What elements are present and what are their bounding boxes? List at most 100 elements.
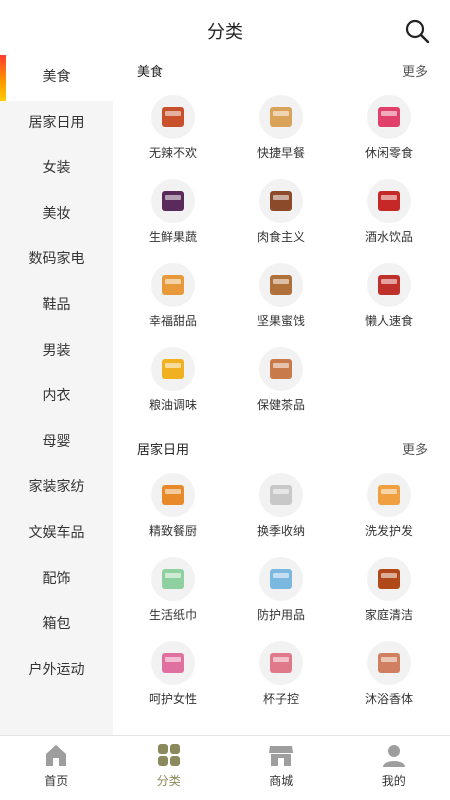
product-image — [378, 653, 400, 673]
subcategory-label: 粮油调味 — [148, 398, 197, 412]
subcategory-label: 休闲零食 — [364, 146, 413, 160]
subcategory-label: 洗发护发 — [364, 524, 413, 538]
sidebar-item[interactable]: 美妆 — [0, 192, 113, 238]
sidebar-item[interactable]: 母婴 — [0, 420, 113, 466]
tab-label: 我的 — [381, 774, 406, 788]
sidebar-item[interactable]: 文娱车品 — [0, 511, 113, 557]
subcategory-item[interactable]: 生鲜果蔬 — [119, 169, 227, 253]
store-icon — [269, 746, 294, 766]
sidebar-item[interactable]: 美食 — [0, 55, 113, 101]
tab-item[interactable]: 分类 — [113, 736, 226, 800]
product-image — [378, 107, 400, 127]
subcategory-item[interactable]: 懒人速食 — [335, 253, 443, 337]
section-title: 美食 — [137, 65, 164, 80]
category-sidebar: 美食 居家日用 女装 美妆 数码家电 鞋品 男装 内衣 母婴 家装家纺 文娱车品 配饰 箱包 户外运动 — [0, 55, 113, 735]
product-image — [162, 191, 184, 211]
subcategory-label: 酒水饮品 — [364, 230, 413, 244]
sidebar-item[interactable]: 户外运动 — [0, 648, 113, 694]
sidebar-item[interactable]: 箱包 — [0, 602, 113, 648]
subcategory-item[interactable]: 杯子控 — [227, 631, 335, 715]
subcategory-item[interactable]: 坚果蜜饯 — [227, 253, 335, 337]
sidebar-item[interactable]: 配饰 — [0, 557, 113, 603]
sidebar-item[interactable]: 内衣 — [0, 374, 113, 420]
sidebar-item[interactable]: 鞋品 — [0, 283, 113, 329]
subcategory-label: 懒人速食 — [364, 314, 413, 328]
subcategory-label: 杯子控 — [262, 692, 299, 706]
product-image — [162, 569, 184, 589]
sidebar-item[interactable]: 数码家电 — [0, 237, 113, 283]
product-thumbnail — [151, 95, 195, 139]
tab-item[interactable]: 首页 — [0, 736, 113, 800]
product-thumbnail — [151, 179, 195, 223]
subcategory-label: 呵护女性 — [148, 692, 197, 706]
subcategory-label: 快捷早餐 — [256, 146, 305, 160]
subcategory-item[interactable]: 沐浴香体 — [335, 631, 443, 715]
product-image — [378, 485, 400, 505]
subcategory-label: 坚果蜜饯 — [256, 314, 305, 328]
product-thumbnail — [367, 95, 411, 139]
product-image — [162, 485, 184, 505]
tab-item[interactable]: 我的 — [338, 736, 450, 800]
product-image — [270, 275, 292, 295]
subcategory-item[interactable]: 生活纸巾 — [119, 547, 227, 631]
product-thumbnail — [367, 473, 411, 517]
product-thumbnail — [259, 347, 303, 391]
product-thumbnail — [151, 473, 195, 517]
tab-item[interactable]: 商城 — [225, 736, 338, 800]
subcategory-item[interactable]: 休闲零食 — [335, 85, 443, 169]
product-thumbnail — [367, 641, 411, 685]
product-thumbnail — [259, 95, 303, 139]
sidebar-item[interactable]: 家装家纺 — [0, 465, 113, 511]
subcategory-item[interactable]: 快捷早餐 — [227, 85, 335, 169]
product-image — [270, 485, 292, 505]
more-link[interactable]: 更多 — [402, 61, 428, 80]
subcategory-item[interactable]: 幸福甜品 — [119, 253, 227, 337]
product-image — [162, 275, 184, 295]
subcategory-item[interactable]: 呵护女性 — [119, 631, 227, 715]
subcategory-label: 防护用品 — [256, 608, 305, 622]
product-image — [378, 275, 400, 295]
subcategory-label: 生活纸巾 — [148, 608, 197, 622]
product-image — [270, 359, 292, 379]
more-link[interactable]: 更多 — [402, 439, 428, 458]
bottom-tab-bar: 首页 分类 商城 我的 — [0, 735, 450, 800]
product-thumbnail — [259, 179, 303, 223]
header: 分类 — [0, 0, 450, 60]
subcategory-item[interactable]: 酒水饮品 — [335, 169, 443, 253]
product-image — [378, 191, 400, 211]
product-image — [270, 107, 292, 127]
subcategory-item[interactable]: 无辣不欢 — [119, 85, 227, 169]
product-image — [162, 359, 184, 379]
product-thumbnail — [367, 179, 411, 223]
product-image — [270, 569, 292, 589]
subcategory-item[interactable]: 粮油调味 — [119, 337, 227, 421]
subcategory-item[interactable]: 洗发护发 — [335, 463, 443, 547]
subcategory-label: 幸福甜品 — [148, 314, 197, 328]
subcategory-item[interactable]: 防护用品 — [227, 547, 335, 631]
section-header: 居家日用 更多 — [113, 433, 450, 463]
tab-label: 分类 — [156, 774, 181, 788]
product-image — [162, 653, 184, 673]
subcategory-label: 肉食主义 — [256, 230, 305, 244]
product-thumbnail — [151, 641, 195, 685]
subcategory-panel: 美食 更多 无辣不欢 快捷早餐 休闲零食 生鲜果蔬 肉食主义 酒水饮品 幸福甜品 坚果蜜饯 懒人速食… — [113, 55, 450, 735]
subcategory-label: 沐浴香体 — [364, 692, 413, 706]
sidebar-item[interactable]: 女装 — [0, 146, 113, 192]
subcategory-item[interactable]: 换季收纳 — [227, 463, 335, 547]
product-image — [270, 653, 292, 673]
search-icon[interactable] — [404, 18, 430, 44]
sidebar-item[interactable]: 男装 — [0, 329, 113, 375]
subcategory-item[interactable]: 保健茶品 — [227, 337, 335, 421]
sidebar-item[interactable]: 居家日用 — [0, 101, 113, 147]
subcategory-item[interactable]: 精致餐厨 — [119, 463, 227, 547]
subcategory-item[interactable]: 肉食主义 — [227, 169, 335, 253]
subcategory-item[interactable]: 家庭清洁 — [335, 547, 443, 631]
product-thumbnail — [151, 263, 195, 307]
page-title: 分类 — [207, 22, 243, 43]
product-thumbnail — [151, 557, 195, 601]
product-image — [378, 569, 400, 589]
subcategory-label: 生鲜果蔬 — [148, 230, 197, 244]
subcategory-label: 保健茶品 — [256, 398, 305, 412]
